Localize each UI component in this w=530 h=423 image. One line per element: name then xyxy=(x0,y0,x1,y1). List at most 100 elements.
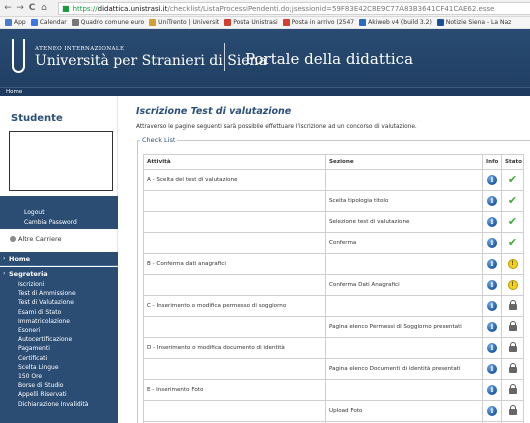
cell-stato xyxy=(501,337,524,359)
padlock-icon xyxy=(508,300,517,310)
bookmark-label: Posta Unistrasi xyxy=(233,19,278,26)
sidebar-item[interactable]: Iscrizioni xyxy=(18,280,88,289)
bookmark-item[interactable]: Notizie Siena - La Naz xyxy=(436,19,512,26)
bookmark-item[interactable]: Quadro comune euro xyxy=(71,19,144,26)
breadcrumb: Home xyxy=(0,87,530,96)
table-row: E - Inserimento Foto i xyxy=(143,379,524,401)
sidebar: Studente Logout Cambia Password Altre Ca… xyxy=(0,96,118,423)
bookmark-label: Notizie Siena - La Naz xyxy=(445,19,512,26)
sidebar-item[interactable]: Pagamenti xyxy=(18,344,88,353)
sidebar-item[interactable]: Dichiarazione Invalidità xyxy=(18,400,88,409)
account-links: Logout Cambia Password xyxy=(0,196,118,229)
cell-info: i xyxy=(482,379,502,401)
portal-title: Portale della didattica xyxy=(245,50,414,68)
logout-link[interactable]: Logout xyxy=(24,209,45,216)
checklist-table: Attività Sezione Info Stato A - Scelta d… xyxy=(143,154,524,423)
bookmark-icon xyxy=(30,19,38,26)
info-icon[interactable]: i xyxy=(487,406,497,416)
home-icon[interactable]: ⌂ xyxy=(38,2,50,14)
sidebar-item[interactable]: Test di Ammissione xyxy=(18,289,88,298)
banner-caption: ATENEO INTERNAZIONALE xyxy=(35,46,125,52)
info-icon[interactable]: i xyxy=(487,259,497,269)
cell-stato xyxy=(501,295,524,317)
cell-stato: ✔ xyxy=(501,169,524,191)
bookmark-item[interactable]: App xyxy=(5,19,26,26)
header-sezione: Sezione xyxy=(325,154,483,170)
info-icon[interactable]: i xyxy=(487,301,497,311)
cell-stato: ✔ xyxy=(501,190,524,212)
cell-attivita: D - Inserimento o modifica documento di … xyxy=(143,337,326,359)
cell-info: i xyxy=(482,232,502,254)
cell-stato: ! xyxy=(501,274,524,296)
sidebar-item[interactable]: Appelli Riservati xyxy=(18,390,88,399)
bookmark-item[interactable]: Calendar xyxy=(30,19,67,26)
sidebar-item[interactable]: Certificati xyxy=(18,354,88,363)
info-icon[interactable]: i xyxy=(487,238,497,248)
info-icon[interactable]: i xyxy=(487,322,497,332)
sidebar-segreteria-label[interactable]: Segreteria xyxy=(9,270,48,278)
info-icon[interactable]: i xyxy=(487,196,497,206)
cell-sezione: Scelta tipologia titolo xyxy=(325,190,483,212)
cell-attivita xyxy=(143,358,326,380)
address-bar[interactable]: ■ https:// didattica.unistrasi.it /check… xyxy=(58,2,530,15)
bookmark-icon xyxy=(149,19,157,26)
other-careers-link[interactable]: Altre Carriere xyxy=(10,235,61,243)
table-row: Scelta tipologia titolo i ✔ xyxy=(143,190,524,212)
checkmark-icon: ✔ xyxy=(507,236,518,249)
cell-attivita xyxy=(143,190,326,212)
url-scheme: https:// xyxy=(72,4,98,13)
bookmark-icon xyxy=(224,19,232,26)
info-icon[interactable]: i xyxy=(487,175,497,185)
breadcrumb-home-link[interactable]: Home xyxy=(6,89,22,95)
bookmark-item[interactable]: Posta Unistrasi xyxy=(224,19,278,26)
cell-stato: ✔ xyxy=(501,211,524,233)
cell-info: i xyxy=(482,211,502,233)
header-stato: Stato xyxy=(501,154,524,170)
warning-icon: ! xyxy=(507,259,518,269)
sidebar-item[interactable]: Borse di Studio xyxy=(18,381,88,390)
info-icon[interactable]: i xyxy=(487,385,497,395)
info-icon[interactable]: i xyxy=(487,343,497,353)
sidebar-section-segreteria: › Segreteria Iscrizioni Test di Ammission… xyxy=(0,267,118,423)
sidebar-item[interactable]: Immatricolazione xyxy=(18,317,88,326)
checklist-legend: Check List xyxy=(140,136,178,144)
university-logo xyxy=(12,39,25,73)
bookmark-label: Calendar xyxy=(39,19,67,26)
table-row: Pagina elenco Documenti di identità pres… xyxy=(143,358,524,380)
sidebar-item[interactable]: Esami di Stato xyxy=(18,308,88,317)
cell-info: i xyxy=(482,337,502,359)
career-bullet-icon xyxy=(10,236,16,242)
change-password-link[interactable]: Cambia Password xyxy=(24,219,77,226)
cell-info: i xyxy=(482,358,502,380)
back-icon[interactable]: ← xyxy=(2,2,14,14)
table-row: Conferma Dati Anagrafici i! xyxy=(143,274,524,296)
bookmark-item[interactable]: UniTrento | Universit xyxy=(149,19,219,26)
sidebar-item[interactable]: 150 Ore xyxy=(18,372,88,381)
bookmark-item[interactable]: Akiweb v4 (build 3.2) xyxy=(359,19,432,26)
info-icon[interactable]: i xyxy=(487,217,497,227)
table-row: C - Inserimento o modifica permesso di s… xyxy=(143,295,524,317)
cell-sezione xyxy=(325,169,483,191)
cell-info: i xyxy=(482,400,502,422)
sidebar-item[interactable]: Esoneri xyxy=(18,326,88,335)
bookmark-item[interactable]: Posta in arrivo (2547 xyxy=(282,19,354,26)
sidebar-item-home[interactable]: › Home xyxy=(0,252,118,266)
info-icon[interactable]: i xyxy=(487,280,497,290)
padlock-icon xyxy=(508,321,517,331)
sidebar-item[interactable]: Autocertificazione xyxy=(18,335,88,344)
cell-attivita: C - Inserimento o modifica permesso di s… xyxy=(143,295,326,317)
sidebar-item[interactable]: Scelta Lingue xyxy=(18,363,88,372)
warning-icon: ! xyxy=(507,280,518,290)
info-icon[interactable]: i xyxy=(487,364,497,374)
sidebar-item[interactable]: Test di Valutazione xyxy=(18,298,88,307)
university-name[interactable]: Università per Stranieri di Siena xyxy=(35,53,267,69)
padlock-icon xyxy=(508,405,517,415)
segreteria-menu: Iscrizioni Test di Ammissione Test di Valu… xyxy=(18,280,88,409)
bookmark-icon xyxy=(359,19,367,26)
bookmark-label: UniTrento | Universit xyxy=(158,19,220,26)
checkmark-icon: ✔ xyxy=(507,194,518,207)
checkmark-icon: ✔ xyxy=(507,215,518,228)
table-row: Upload Foto i xyxy=(143,400,524,422)
forward-icon[interactable]: → xyxy=(14,2,26,14)
reload-icon[interactable]: C xyxy=(26,2,38,14)
